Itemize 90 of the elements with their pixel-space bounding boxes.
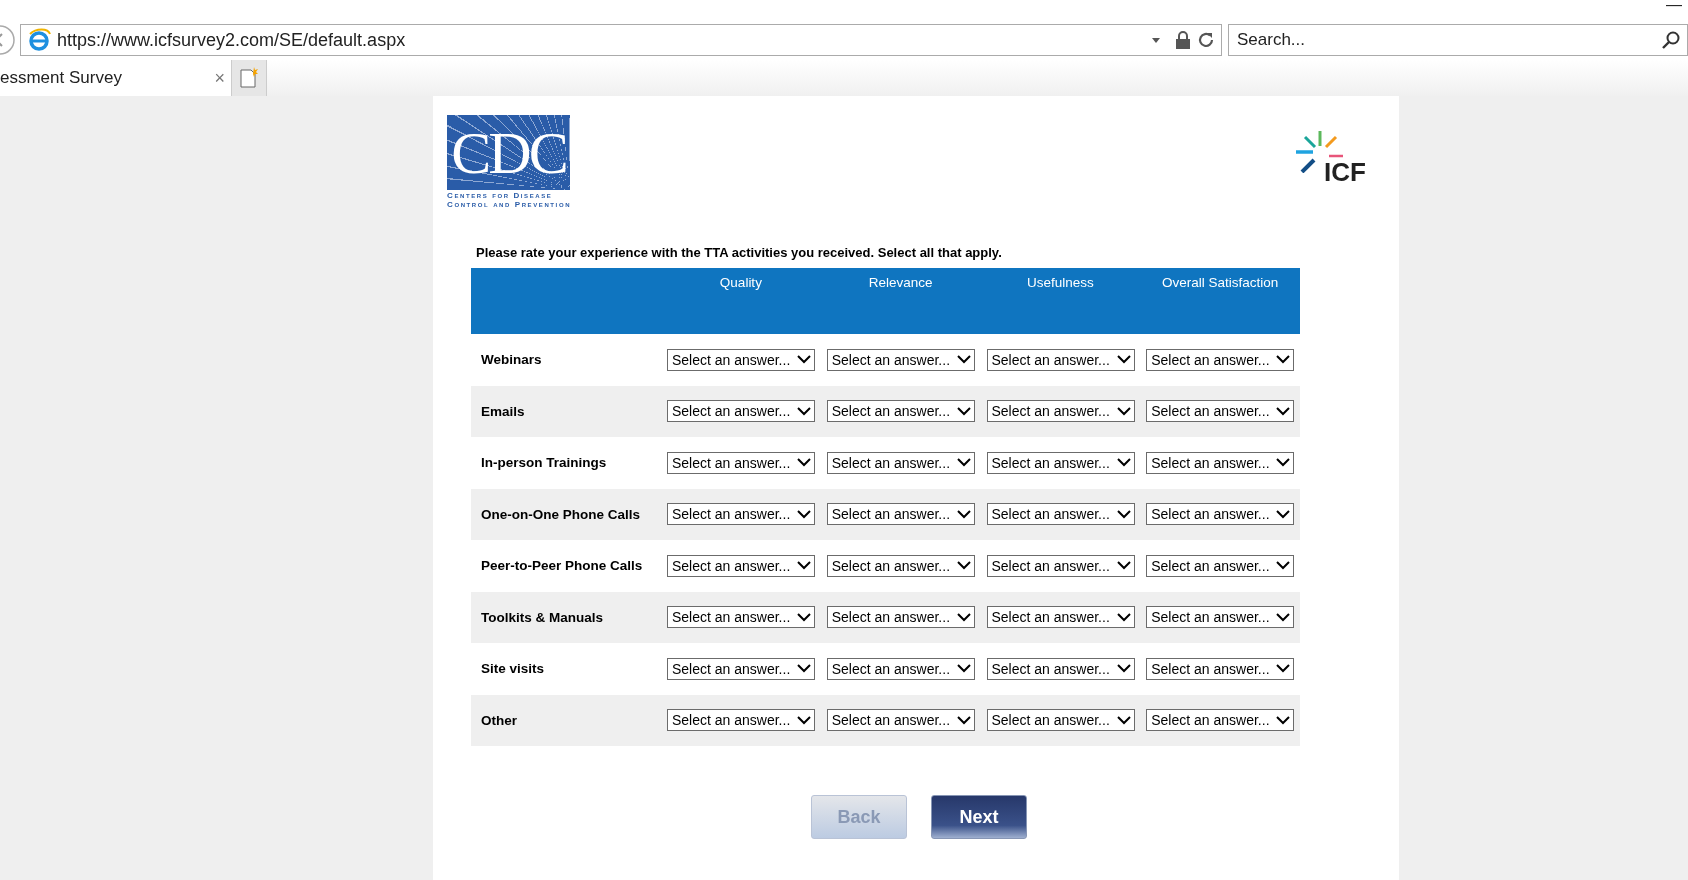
answer-dropdown[interactable]: Select an answer... [826,503,975,526]
chevron-icon [797,664,811,674]
chevron-icon [797,458,811,468]
logo-text: ICF [1324,159,1366,185]
chevron-icon [797,561,811,571]
row-label: Toolkits & Manuals [481,609,603,625]
browser-logo-icon [27,28,51,52]
logo-text: CDC [451,122,566,183]
chevron-icon [797,612,811,622]
answer-dropdown[interactable]: Select an answer... [1146,657,1295,680]
column-header: Overall Satisfaction [1140,268,1300,334]
answer-dropdown[interactable]: Select an answer... [667,503,815,526]
row-label: Webinars [481,352,542,368]
chevron-icon [797,509,811,519]
answer-dropdown[interactable]: Select an answer... [986,451,1135,474]
chevron-icon [797,406,811,416]
answer-dropdown[interactable]: Select an answer... [1146,709,1295,732]
logo-caption: Centers for Disease Control and Prevention [447,191,573,209]
answer-dropdown[interactable]: Select an answer... [826,709,975,732]
chevron-icon [1276,355,1291,365]
answer-dropdown[interactable]: Select an answer... [986,606,1135,629]
answer-dropdown[interactable]: Select an answer... [667,709,815,732]
row-label: Site visits [481,661,545,677]
chevron-icon [1276,406,1291,416]
chevron-icon [1276,612,1291,622]
browser-tab[interactable]: essment Survey × [0,60,232,96]
answer-dropdown[interactable]: Select an answer... [826,606,975,629]
chevron-icon [956,664,971,674]
column-header: Quality [661,268,821,334]
chevron-icon [1276,509,1291,519]
answer-dropdown[interactable]: Select an answer... [986,657,1135,680]
chevron-icon [956,509,971,519]
answer-dropdown[interactable]: Select an answer... [826,400,975,423]
chevron-icon [1116,715,1131,725]
column-header: Relevance [820,268,981,334]
column-header: Usefulness [980,268,1141,334]
chevron-icon [1276,561,1291,571]
answer-dropdown[interactable]: Select an answer... [667,606,815,629]
chevron-icon [1116,406,1131,416]
chevron-icon [956,406,971,416]
answer-dropdown[interactable]: Select an answer... [986,709,1135,732]
lock-icon[interactable] [1175,31,1191,49]
chevron-icon [956,355,971,365]
refresh-icon[interactable] [1197,31,1215,49]
chevron-icon [956,561,971,571]
row-label: One-on-One Phone Calls [481,506,640,522]
chevron-icon [1276,715,1291,725]
answer-dropdown[interactable]: Select an answer... [986,554,1135,577]
minimize-button[interactable]: — [1666,0,1682,14]
chevron-icon [797,715,811,725]
chevron-icon [1276,458,1291,468]
chevron-icon [956,715,971,725]
chevron-icon [797,355,811,365]
instruction-text: Please rate your experience with the TTA activities you received. Select all that apply. [476,245,1003,260]
answer-dropdown[interactable]: Select an answer... [826,451,975,474]
dropdown-caret-icon[interactable] [1151,36,1161,44]
answer-dropdown[interactable]: Select an answer... [826,348,975,371]
chevron-icon [956,458,971,468]
row-label: In-person Trainings [481,455,607,471]
answer-dropdown[interactable]: Select an answer... [1146,348,1295,371]
row-label: Other [481,712,517,728]
search-icon[interactable] [1662,31,1680,49]
chevron-icon [1276,664,1291,674]
answer-dropdown[interactable]: Select an answer... [986,400,1135,423]
chevron-icon [1116,355,1131,365]
answer-dropdown[interactable]: Select an answer... [986,503,1135,526]
chevron-icon [1116,612,1131,622]
search-field[interactable]: Search... [1228,24,1688,56]
answer-dropdown[interactable]: Select an answer... [986,348,1135,371]
answer-dropdown[interactable]: Select an answer... [667,348,815,371]
chevron-icon [1116,561,1131,571]
answer-dropdown[interactable]: Select an answer... [667,400,815,423]
answer-dropdown[interactable]: Select an answer... [826,657,975,680]
nav-button[interactable]: Next [931,795,1027,839]
answer-dropdown[interactable]: Select an answer... [1146,606,1295,629]
answer-dropdown[interactable]: Select an answer... [667,554,815,577]
answer-dropdown[interactable]: Select an answer... [1146,503,1295,526]
answer-dropdown[interactable]: Select an answer... [667,451,815,474]
chevron-icon [956,612,971,622]
close-tab-button[interactable]: × [214,67,225,89]
answer-dropdown[interactable]: Select an answer... [826,554,975,577]
answer-dropdown[interactable]: Select an answer... [667,657,815,680]
chevron-icon [1116,664,1131,674]
answer-dropdown[interactable]: Select an answer... [1146,451,1295,474]
answer-dropdown[interactable]: Select an answer... [1146,554,1295,577]
chevron-icon [1116,458,1131,468]
chevron-icon [1116,509,1131,519]
answer-dropdown[interactable]: Select an answer... [1146,400,1295,423]
row-label: Emails [481,403,525,419]
row-label: Peer-to-Peer Phone Calls [481,558,643,574]
